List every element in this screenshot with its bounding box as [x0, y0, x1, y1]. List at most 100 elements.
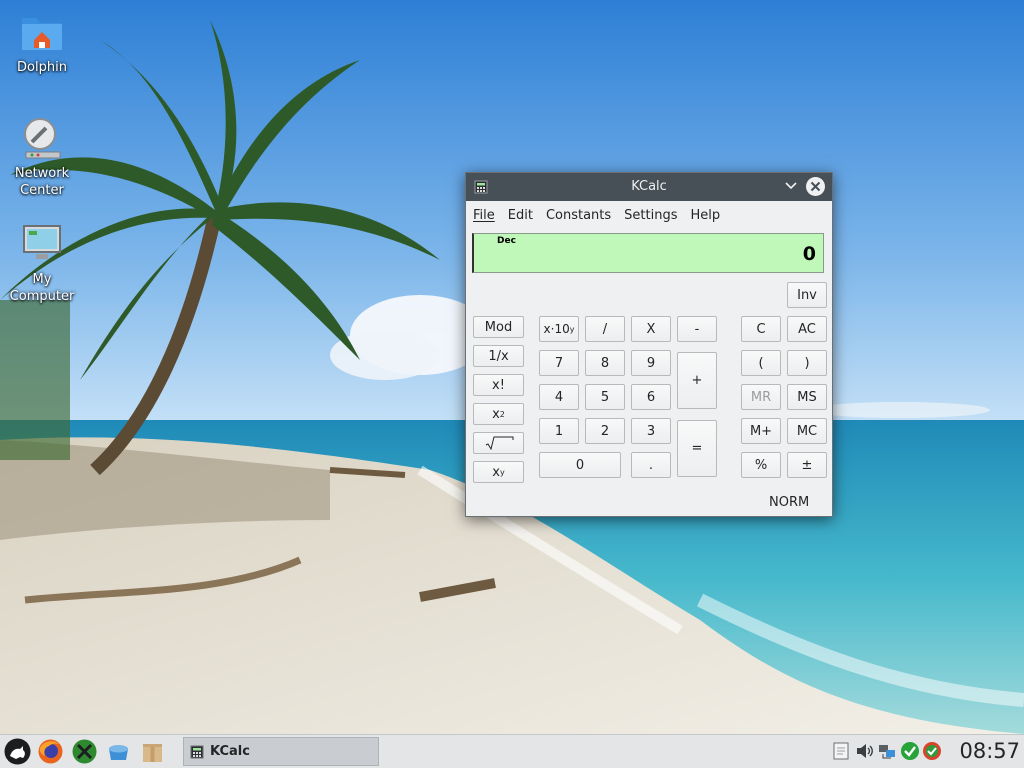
equals-button[interactable]: =	[677, 420, 717, 477]
digit-3-label: 3	[646, 423, 656, 439]
desktop-icon-label: My Computer	[9, 272, 75, 304]
percent-button[interactable]: %	[741, 452, 781, 478]
inv-button[interactable]: Inv	[787, 282, 827, 308]
open-paren-button[interactable]: (	[741, 350, 781, 376]
add-label: +	[691, 373, 703, 388]
system-status-icon[interactable]	[922, 741, 942, 761]
memory-store-label: MS	[797, 389, 817, 405]
calculator-display: Dec 0	[472, 233, 824, 273]
digit-2-button[interactable]: 2	[585, 418, 625, 444]
calculator-icon	[190, 745, 204, 758]
digit-9-button[interactable]: 9	[631, 350, 671, 376]
plus-minus-button[interactable]: ±	[787, 452, 827, 478]
digit-7-button[interactable]: 7	[539, 350, 579, 376]
all-clear-label: AC	[798, 321, 816, 337]
menu-bar: File Edit Constants Settings Help	[466, 201, 832, 229]
plus-minus-label: ±	[801, 457, 813, 473]
desktop-icon-label: Dolphin	[17, 60, 67, 75]
memory-add-button[interactable]: M+	[741, 418, 781, 444]
folder-home-icon	[22, 18, 62, 50]
firefox-icon[interactable]	[37, 738, 64, 765]
network-connection-icon[interactable]	[877, 741, 897, 761]
digit-5-label: 5	[600, 389, 610, 405]
digit-6-label: 6	[646, 389, 656, 405]
clock[interactable]: 08:57	[959, 739, 1020, 763]
computer-icon	[23, 225, 61, 259]
menu-file[interactable]: File	[473, 208, 495, 223]
memory-clear-label: MC	[796, 423, 818, 439]
digit-4-label: 4	[554, 389, 564, 405]
angle-mode-status: NORM	[769, 495, 810, 510]
digit-0-button[interactable]: 0	[539, 452, 621, 478]
divide-label: /	[602, 321, 608, 337]
clear-label: C	[756, 321, 766, 337]
add-button[interactable]: +	[677, 352, 717, 409]
inv-label: Inv	[797, 287, 817, 303]
digit-6-button[interactable]: 6	[631, 384, 671, 410]
menu-constants[interactable]: Constants	[546, 208, 611, 223]
square-superscript: 2	[499, 409, 505, 419]
multiply-button[interactable]: X	[631, 316, 671, 342]
memory-recall-button[interactable]: MR	[741, 384, 781, 410]
minimize-chevron-icon[interactable]	[784, 179, 798, 193]
digit-1-label: 1	[554, 423, 564, 439]
sci-notation-label: x·10	[543, 322, 570, 336]
multiply-label: X	[646, 321, 656, 337]
reciprocal-label: 1/x	[488, 348, 509, 364]
menu-settings[interactable]: Settings	[624, 208, 677, 223]
memory-store-button[interactable]: MS	[787, 384, 827, 410]
display-value: 0	[802, 243, 816, 265]
open-paren-label: (	[758, 355, 764, 371]
equals-label: =	[691, 441, 703, 456]
clear-button[interactable]: C	[741, 316, 781, 342]
taskbar: KCalc 08:57	[0, 734, 1024, 768]
subtract-button[interactable]: -	[677, 316, 717, 342]
square-label: x	[492, 406, 500, 422]
all-clear-button[interactable]: AC	[787, 316, 827, 342]
digit-3-button[interactable]: 3	[631, 418, 671, 444]
square-root-button[interactable]	[473, 432, 524, 454]
digit-5-button[interactable]: 5	[585, 384, 625, 410]
mod-button[interactable]: Mod	[473, 316, 524, 338]
decimal-point-button[interactable]: .	[631, 452, 671, 478]
application-launcher-icon[interactable]	[4, 738, 31, 765]
desktop-icon-network-center[interactable]: Network Center	[0, 114, 84, 199]
menu-help[interactable]: Help	[691, 208, 721, 223]
percent-label: %	[754, 457, 768, 473]
square-root-icon	[485, 436, 513, 450]
software-store-icon[interactable]	[105, 738, 132, 765]
digit-4-button[interactable]: 4	[539, 384, 579, 410]
title-bar[interactable]: KCalc	[466, 173, 832, 201]
tools-icon[interactable]	[71, 738, 98, 765]
volume-icon[interactable]	[854, 741, 874, 761]
menu-edit[interactable]: Edit	[508, 208, 533, 223]
memory-recall-label: MR	[750, 389, 772, 405]
sci-notation-button[interactable]: x·10 y	[539, 316, 579, 342]
digit-1-button[interactable]: 1	[539, 418, 579, 444]
digit-9-label: 9	[646, 355, 656, 371]
clipboard-icon[interactable]	[831, 741, 851, 761]
subtract-label: -	[694, 321, 700, 337]
memory-clear-button[interactable]: MC	[787, 418, 827, 444]
mod-label: Mod	[484, 319, 513, 335]
close-paren-label: )	[804, 355, 810, 371]
power-button[interactable]: xy	[473, 461, 524, 483]
close-button[interactable]	[806, 177, 825, 196]
digit-8-button[interactable]: 8	[585, 350, 625, 376]
memory-add-label: M+	[749, 423, 773, 439]
factorial-button[interactable]: x!	[473, 374, 524, 396]
divide-button[interactable]: /	[585, 316, 625, 342]
task-kcalc[interactable]: KCalc	[183, 737, 379, 766]
close-paren-button[interactable]: )	[787, 350, 827, 376]
square-button[interactable]: x2	[473, 403, 524, 425]
package-icon[interactable]	[139, 738, 166, 765]
update-ok-icon[interactable]	[900, 741, 920, 761]
desktop-icon-my-computer[interactable]: My Computer	[0, 220, 84, 305]
desktop-icon-dolphin[interactable]: Dolphin	[0, 8, 84, 76]
power-superscript: y	[499, 467, 505, 477]
sci-notation-superscript: y	[569, 324, 575, 334]
reciprocal-button[interactable]: 1/x	[473, 345, 524, 367]
factorial-label: x!	[492, 377, 505, 393]
network-icon	[24, 118, 61, 159]
digit-2-label: 2	[600, 423, 610, 439]
